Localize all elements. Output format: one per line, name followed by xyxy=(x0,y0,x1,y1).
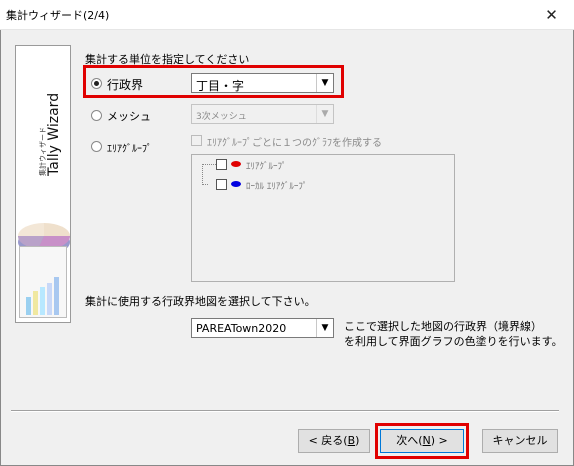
tree-connector xyxy=(202,164,208,185)
back-button-hotkey: B xyxy=(347,434,356,447)
map-note-line2: を利用して界面グラフの色塗りを行います。 xyxy=(344,335,563,348)
cancel-button[interactable]: キャンセル xyxy=(482,429,558,453)
back-button-label: < 戻る( xyxy=(308,434,348,447)
radio-mesh[interactable] xyxy=(91,110,102,121)
map-heading: 集計に使用する行政界地図を選択して下さい。 xyxy=(85,295,316,308)
area-group-tree[interactable]: ｴﾘｱｸﾞﾙｰﾌﾟ ﾛｰｶﾙ ｴﾘｱｸﾞﾙｰﾌﾟ xyxy=(191,154,455,282)
back-button-suffix: ) xyxy=(355,434,360,447)
per-group-checkbox-label: ｴﾘｱｸﾞﾙｰﾌﾟごとに１つのｸﾞﾗﾌを作成する xyxy=(207,138,382,149)
bar-chart-illustration xyxy=(19,246,67,318)
radio-gyoseikai[interactable] xyxy=(91,78,102,89)
per-group-checkbox[interactable] xyxy=(191,135,202,146)
red-group-icon xyxy=(231,161,241,167)
chevron-down-icon: ▼ xyxy=(316,319,333,337)
radio-area-group-label: ｴﾘｱｸﾞﾙｰﾌﾟ xyxy=(107,144,152,155)
tree-connector xyxy=(202,164,216,165)
map-value: PAREATown2020 xyxy=(196,322,287,335)
chevron-down-icon: ▼ xyxy=(316,74,333,92)
mesh-level-value: 3次メッシュ xyxy=(196,112,247,122)
next-button-hotkey: N xyxy=(422,434,431,447)
mesh-level-dropdown[interactable]: 3次メッシュ ▼ xyxy=(191,104,334,124)
chevron-down-icon: ▼ xyxy=(316,105,333,123)
unit-heading: 集計する単位を指定してください xyxy=(85,53,250,66)
gyoseikai-level-value: 丁目・字 xyxy=(196,79,245,93)
radio-area-group[interactable] xyxy=(91,141,102,152)
back-button[interactable]: < 戻る(B) xyxy=(298,429,370,453)
footer-separator xyxy=(11,410,559,412)
next-button-label: 次へ( xyxy=(396,434,423,447)
gyoseikai-level-dropdown[interactable]: 丁目・字 ▼ xyxy=(191,73,334,93)
window-title: 集計ウィザード(2/4) xyxy=(6,9,110,22)
side-title: 集計ウィザード Tally Wizard xyxy=(38,93,62,176)
tree-checkbox-local-area-group[interactable] xyxy=(216,179,227,190)
tree-checkbox-area-group[interactable] xyxy=(216,159,227,170)
next-button[interactable]: 次へ(N) > xyxy=(380,429,464,453)
blue-group-icon xyxy=(231,181,241,187)
radio-gyoseikai-label: 行政界 xyxy=(107,78,144,92)
side-title-text: Tally Wizard xyxy=(46,92,62,176)
map-note-line1: ここで選択した地図の行政界（境界線） xyxy=(344,320,542,333)
next-button-suffix: ) > xyxy=(430,434,448,447)
radio-mesh-label: メッシュ xyxy=(107,110,151,123)
tree-item-area-group: ｴﾘｱｸﾞﾙｰﾌﾟ xyxy=(246,162,287,172)
tree-item-local-area-group: ﾛｰｶﾙ ｴﾘｱｸﾞﾙｰﾌﾟ xyxy=(246,182,308,192)
map-dropdown[interactable]: PAREATown2020 ▼ xyxy=(191,318,334,338)
title-bar: 集計ウィザード(2/4) ✕ xyxy=(0,0,574,30)
wizard-side-panel: 集計ウィザード Tally Wizard xyxy=(15,45,71,323)
close-icon[interactable]: ✕ xyxy=(529,0,574,30)
